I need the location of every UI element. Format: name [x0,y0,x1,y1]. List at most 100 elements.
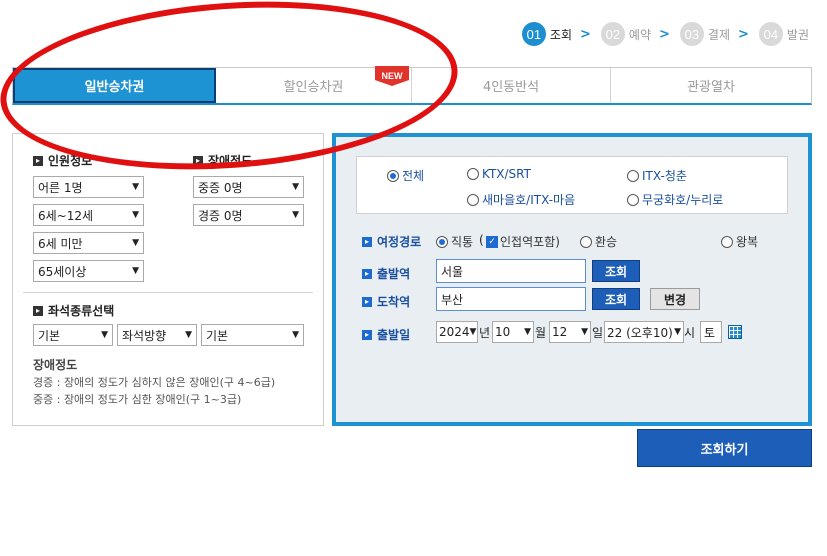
tab-general-ticket[interactable]: 일반승차권 [13,68,216,103]
bullet-icon: ▸ [193,155,203,166]
route-roundtrip-radio[interactable]: 왕복 [721,233,758,250]
disability-note-line: 경증 : 장애의 정도가 심하지 않은 장애인(구 4~6급) [33,376,276,389]
step-payment: 03 결제 > [679,22,749,46]
tab-tourist-train[interactable]: 관광열차 [611,68,811,103]
search-panel: 전체 KTX/SRT ITX-청춘 새마을호/ITX-마음 무궁화호/누리로 ▸… [332,133,812,426]
departure-lookup-button[interactable]: 조회 [592,260,640,282]
train-type-ktx-radio[interactable]: KTX/SRT [467,167,531,181]
disability-title: ▸ 장애정도 [193,152,252,169]
radio-icon [627,193,639,206]
seat-position-select[interactable]: 기본 ▼ [201,324,304,346]
radio-icon [436,235,448,248]
train-type-mugunghwa-radio[interactable]: 무궁화호/누리로 [627,191,723,208]
hour-select[interactable]: 22 (오후10) ▼ [604,321,684,343]
step-number: 03 [679,22,704,46]
step-number: 01 [521,22,546,46]
train-type-saemaeul-radio[interactable]: 새마을호/ITX-마음 [467,191,575,208]
tab-label: 관광열차 [687,80,735,95]
bullet-icon: ▸ [362,236,372,247]
divider [23,292,313,293]
step-label: 조회 [549,27,572,42]
seat-direction-select[interactable]: 좌석방향 ▼ [117,324,197,346]
radio-icon [580,235,592,248]
child-count-select[interactable]: 6세~12세 ▼ [33,204,144,226]
chevron-down-icon: ▼ [132,266,139,276]
chevron-down-icon: ▼ [292,182,299,192]
chevron-down-icon: ▼ [101,330,108,340]
hour-unit: 시 [684,326,696,340]
chevron-down-icon: ▼ [292,330,299,340]
chevron-down-icon: ▼ [674,327,681,337]
day-select[interactable]: 12 ▼ [549,321,591,343]
infant-count-select[interactable]: 6세 미만 ▼ [33,232,144,254]
weekday-display: 토 [700,321,722,343]
passenger-info-title: ▸ 인원정보 [33,152,92,169]
chevron-down-icon: ▼ [132,182,139,192]
month-select[interactable]: 10 ▼ [492,321,534,343]
year-select[interactable]: 2024 ▼ [436,321,478,343]
radio-icon [627,169,639,182]
bullet-icon: ▸ [33,155,43,166]
departure-station-input[interactable]: 서울 [436,259,586,283]
bullet-icon: ▸ [362,329,372,340]
route-paren: ( [479,233,484,247]
step-reserve: 02 예약 > [600,22,670,46]
departure-label: ▸ 출발역 [362,265,410,282]
tab-four-seat[interactable]: 4인동반석 [412,68,611,103]
chevron-down-icon: ▼ [292,210,299,220]
calendar-icon[interactable] [728,325,742,339]
tab-discount-ticket[interactable]: 할인승차권 NEW [216,66,412,103]
new-badge: NEW [375,66,409,86]
chevron-right-icon: > [580,26,591,42]
bullet-icon: ▸ [33,305,43,316]
check-icon: ✓ [486,235,498,248]
mild-disability-select[interactable]: 경증 0명 ▼ [193,204,304,226]
search-button[interactable]: 조회하기 [637,429,812,467]
disability-note-title: 장애정도 [33,358,78,372]
radio-icon [467,168,479,180]
step-number: 02 [600,22,625,46]
ticket-type-tabs: 일반승차권 할인승차권 NEW 4인동반석 관광열차 [12,66,812,105]
chevron-down-icon: ▼ [132,238,139,248]
arrival-station-input[interactable]: 부산 [436,287,586,311]
disability-note-line: 중증 : 장애의 정도가 심한 장애인(구 1~3급) [33,393,242,406]
adult-count-select[interactable]: 어른 1명 ▼ [33,176,144,198]
step-issue: 04 발권 [758,22,809,46]
chevron-down-icon: ▼ [524,327,531,337]
year-unit: 년 [479,326,491,340]
route-transfer-radio[interactable]: 환승 [580,233,617,250]
senior-count-select[interactable]: 65세이상 ▼ [33,260,144,282]
step-label: 예약 [628,27,651,42]
chevron-down-icon: ▼ [132,210,139,220]
month-unit: 월 [535,326,547,340]
chevron-down-icon: ▼ [581,327,588,337]
route-label: ▸ 여정경로 [362,233,421,250]
route-direct-radio[interactable]: 직통 [436,233,473,250]
severe-disability-select[interactable]: 중증 0명 ▼ [193,176,304,198]
train-type-box: 전체 KTX/SRT ITX-청춘 새마을호/ITX-마음 무궁화호/누리로 [356,156,788,214]
arrival-lookup-button[interactable]: 조회 [592,288,640,310]
chevron-down-icon: ▼ [185,330,192,340]
radio-icon [721,235,733,248]
step-number: 04 [758,22,783,46]
tab-label: 일반승차권 [84,80,145,95]
progress-steps: 01 조회 > 02 예약 > 03 결제 > 04 발권 [512,22,809,46]
seat-class-select[interactable]: 기본 ▼ [33,324,113,346]
arrival-label: ▸ 도착역 [362,293,410,310]
chevron-right-icon: > [738,26,749,42]
passenger-panel: ▸ 인원정보 ▸ 장애정도 어른 1명 ▼ 6세~12세 ▼ 6세 미만 ▼ 65세이… [12,133,324,426]
chevron-down-icon: ▼ [469,327,477,337]
radio-icon [467,193,479,206]
train-type-all-radio[interactable]: 전체 [387,167,424,184]
adjacent-station-checkbox[interactable]: ✓ 인접역포함) [486,233,560,250]
seat-type-title: ▸ 좌석종류선택 [33,302,114,319]
train-type-itx-chungchun-radio[interactable]: ITX-청춘 [627,167,687,184]
swap-stations-button[interactable]: 변경 [650,288,700,310]
departure-date-label: ▸ 출발일 [362,326,410,343]
tab-label: 할인승차권 [283,80,344,95]
step-search: 01 조회 > [521,22,591,46]
bullet-icon: ▸ [362,296,372,307]
step-label: 발권 [786,27,809,42]
radio-icon [387,169,399,182]
chevron-right-icon: > [659,26,670,42]
